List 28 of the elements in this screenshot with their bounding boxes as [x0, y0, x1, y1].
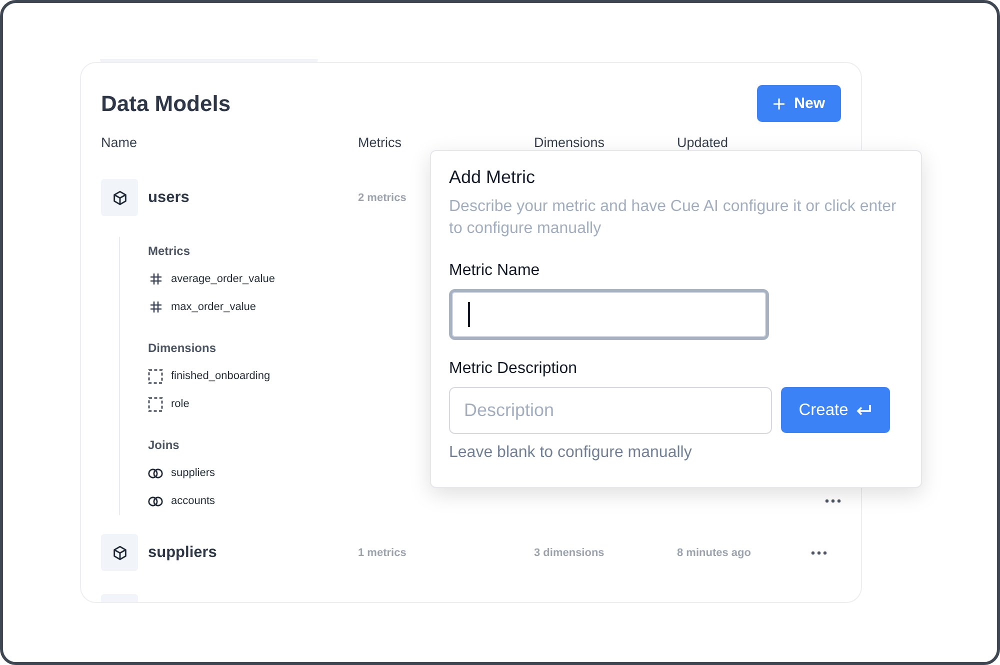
field-name[interactable]: role: [171, 398, 190, 410]
model-name[interactable]: users: [148, 188, 190, 206]
metrics-count: 1 metrics: [358, 546, 406, 558]
section-label: Joins: [148, 438, 180, 452]
column-header: Metrics: [358, 134, 402, 150]
field-name[interactable]: suppliers: [171, 467, 216, 479]
model-name[interactable]: suppliers: [148, 544, 217, 562]
field-label: Metric Description: [449, 360, 578, 378]
new-button[interactable]: New: [757, 85, 841, 122]
field-label: Metric Name: [449, 262, 541, 280]
updated-time: 8 minutes ago: [677, 546, 751, 558]
field-name[interactable]: finished_onboarding: [171, 370, 270, 382]
popover-title: Add Metric: [449, 167, 536, 188]
field-name[interactable]: accounts: [171, 495, 216, 507]
field-name[interactable]: max_order_value: [171, 301, 256, 313]
popover-description: Describe your metric and have Cue AI configure it or click enter to configure manually: [449, 197, 898, 239]
page-title: Data Models: [101, 90, 231, 116]
column-header: Name: [101, 134, 138, 150]
dimensions-count: 3 dimensions: [534, 546, 604, 558]
column-header: Updated: [677, 134, 728, 150]
field-name[interactable]: average_order_value: [171, 273, 275, 285]
metrics-count: 2 metrics: [358, 192, 406, 204]
hint-text: Leave blank to configure manually: [449, 444, 693, 462]
section-label: Dimensions: [148, 341, 216, 355]
create-button[interactable]: Create: [781, 387, 890, 433]
section-label: Metrics: [148, 244, 190, 258]
column-header: Dimensions: [534, 134, 605, 150]
metric-description-field[interactable]: Description: [449, 387, 772, 434]
